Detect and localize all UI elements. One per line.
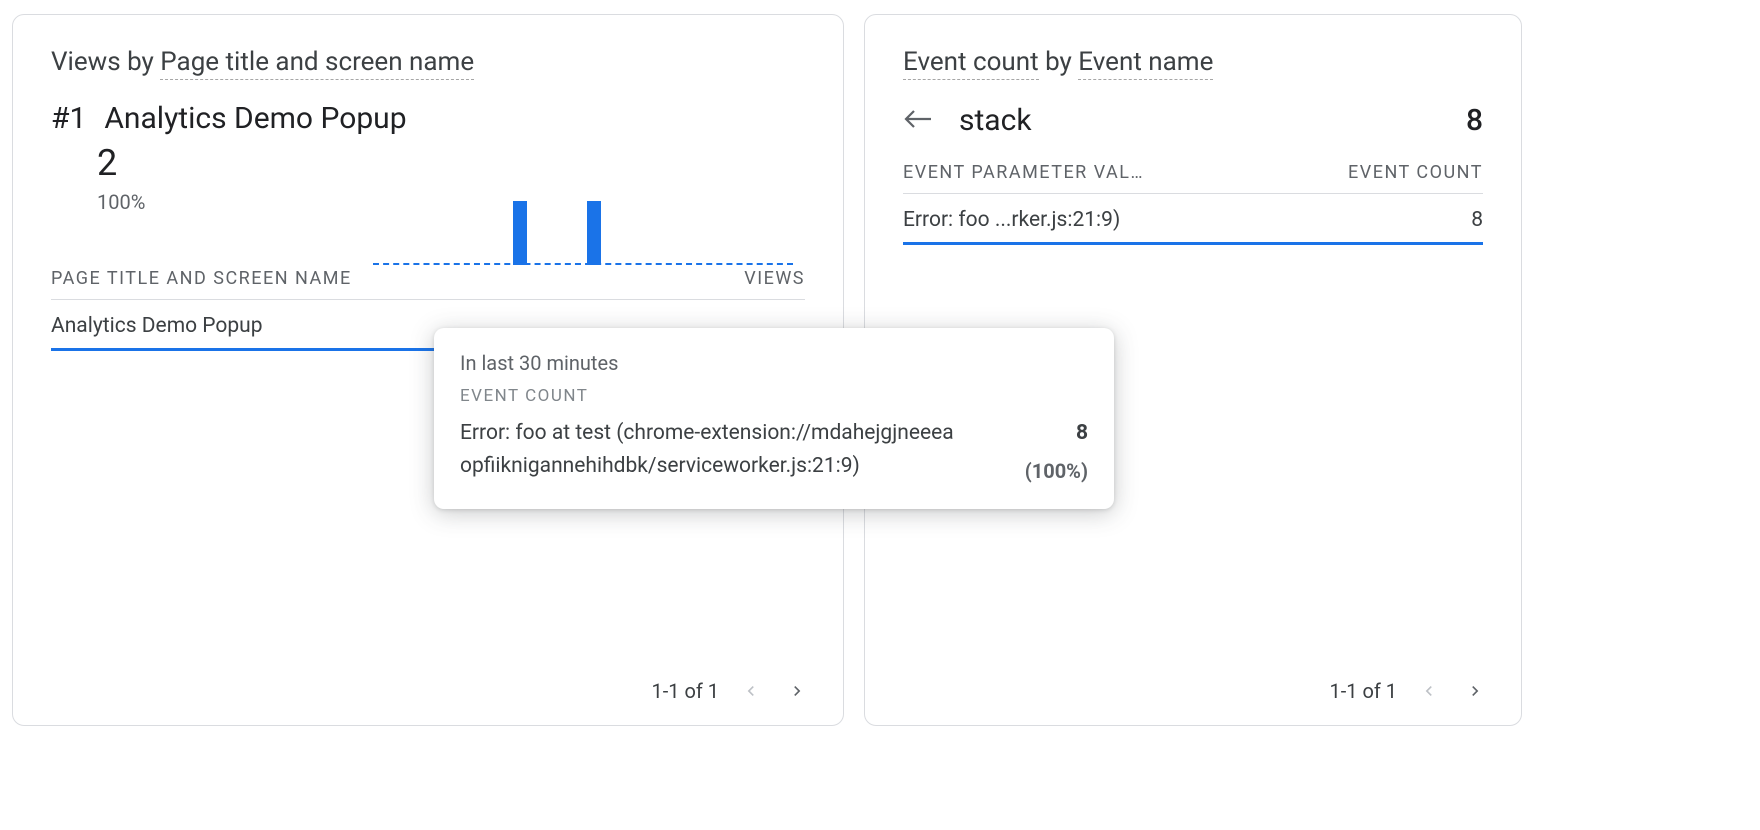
chevron-right-icon [787,681,807,701]
title-metric: Views [51,47,121,77]
col-metric: EVENT COUNT [1348,162,1483,183]
spark-baseline [373,263,793,265]
title-by: by [1045,47,1072,77]
tooltip-subtitle: In last 30 minutes [460,348,1088,379]
title-metric-selector[interactable]: Event count [903,47,1039,80]
top-result-row: #1 Analytics Demo Popup [51,101,805,136]
next-page-button[interactable] [1461,677,1489,705]
views-pagination: 1-1 of 1 [651,677,811,705]
col-param: EVENT PARAMETER VAL… [903,162,1144,183]
title-dimension-selector[interactable]: Page title and screen name [160,47,474,80]
rank-number: #1 [51,101,86,136]
title-dimension-selector[interactable]: Event name [1078,47,1213,80]
sparkline-chart [373,195,793,265]
row-name: Error: foo ...rker.js:21:9) [903,208,1120,232]
spark-bar [513,201,527,265]
tooltip-body: Error: foo at test (chrome-extension://m… [460,417,1088,487]
tooltip-percent: (100%) [1025,456,1088,487]
card-title-events: Event count by Event name [903,47,1483,77]
events-pagination: 1-1 of 1 [1329,677,1489,705]
tooltip-count: 8 [979,417,1088,450]
chevron-left-icon [1419,681,1439,701]
col-dimension: PAGE TITLE AND SCREEN NAME [51,268,352,289]
tooltip-message: Error: foo at test (chrome-extension://m… [460,417,965,487]
spark-bar [587,201,601,265]
event-name: stack [959,103,1032,138]
event-table-header: EVENT PARAMETER VAL… EVENT COUNT [903,162,1483,194]
arrow-left-icon [903,109,933,129]
rank-name: Analytics Demo Popup [104,101,406,136]
event-value: 8 [1466,103,1483,138]
title-by: by [127,47,154,77]
tooltip-metric-label: EVENT COUNT [460,383,1088,409]
row-name: Analytics Demo Popup [51,314,263,338]
hover-tooltip: In last 30 minutes EVENT COUNT Error: fo… [434,328,1114,509]
prev-page-button[interactable] [737,677,765,705]
tooltip-value: 8 (100%) [979,417,1088,487]
row-value: 8 [1471,208,1483,232]
pagination-label: 1-1 of 1 [651,679,719,703]
metric-value: 2 [97,142,805,184]
prev-page-button[interactable] [1415,677,1443,705]
back-button[interactable] [903,106,933,136]
card-title-views: Views by Page title and screen name [51,47,805,77]
views-table-header: PAGE TITLE AND SCREEN NAME VIEWS [51,268,805,300]
chevron-left-icon [741,681,761,701]
col-metric: VIEWS [744,268,805,289]
event-detail-header: stack 8 [903,103,1483,138]
event-detail-left: stack [903,103,1032,138]
pagination-label: 1-1 of 1 [1329,679,1397,703]
next-page-button[interactable] [783,677,811,705]
chevron-right-icon [1465,681,1485,701]
table-row[interactable]: Error: foo ...rker.js:21:9) 8 [903,194,1483,245]
